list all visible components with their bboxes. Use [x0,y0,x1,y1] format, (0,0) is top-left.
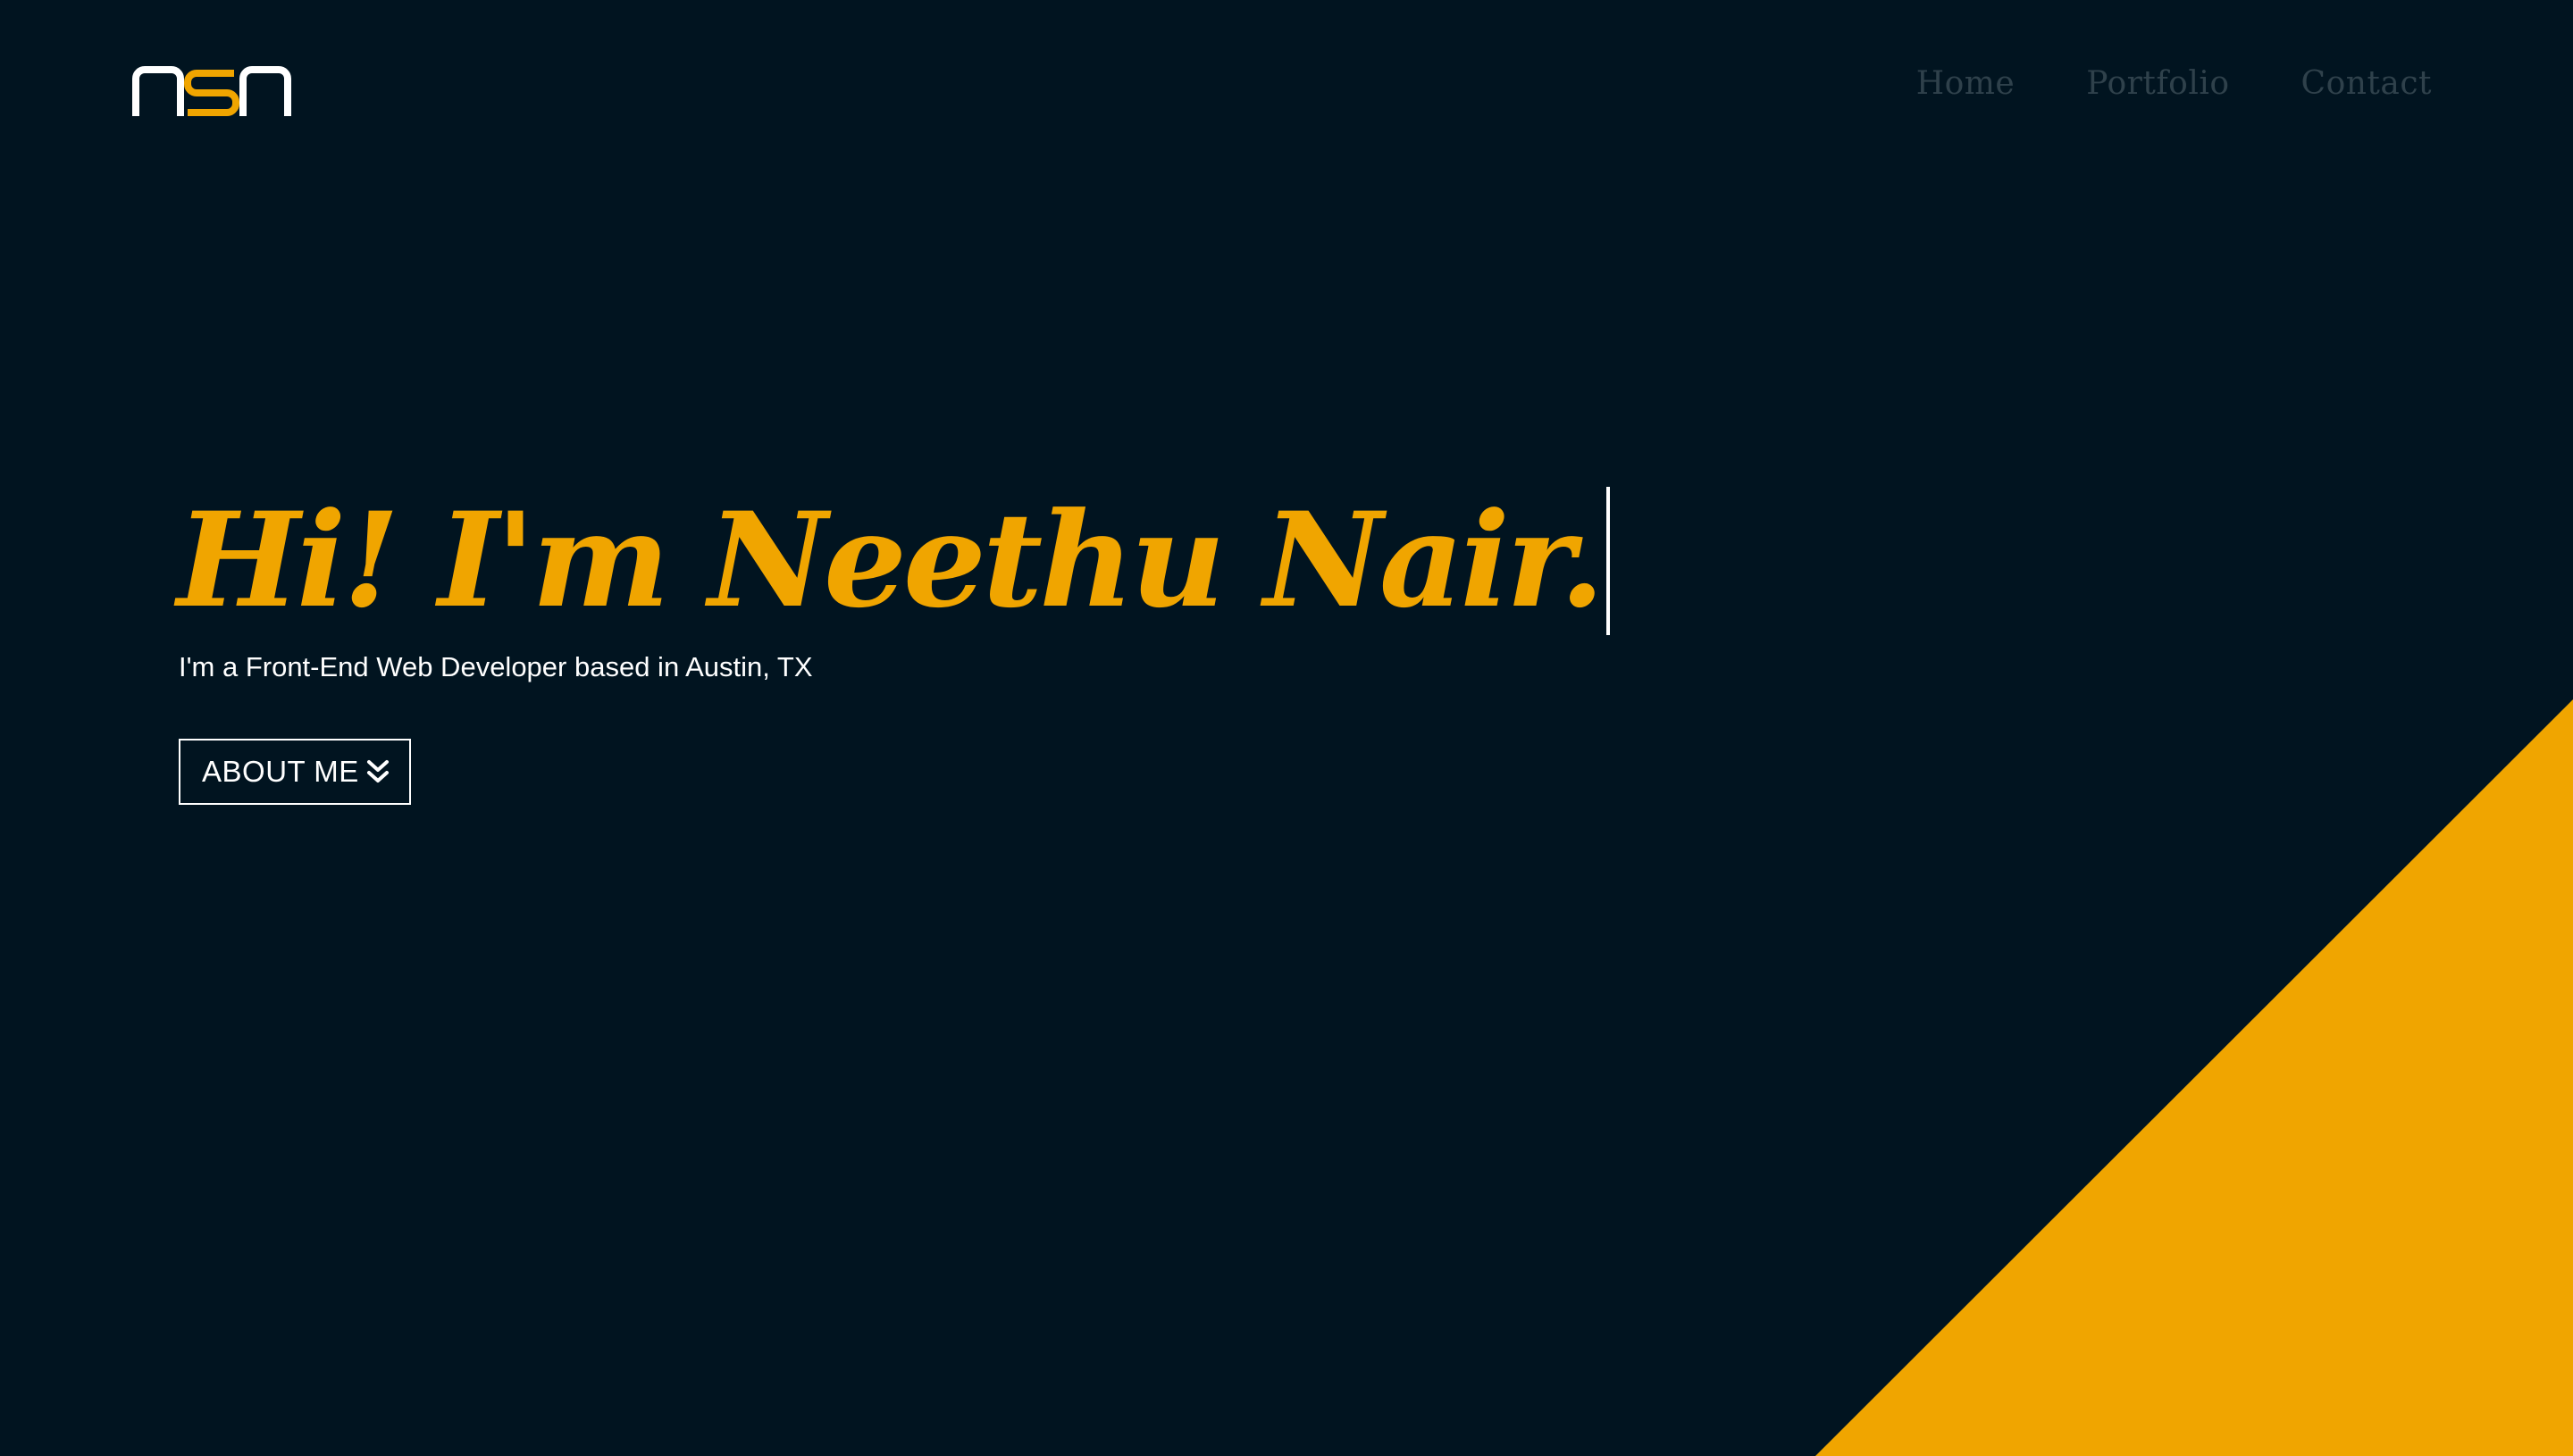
nsn-logo-icon [132,66,291,116]
about-me-button-label: ABOUT ME [202,755,359,788]
main-nav: Home Portfolio Contact [1916,63,2432,105]
site-logo[interactable] [132,66,291,116]
accent-triangle [1815,699,2573,1456]
hero-section: Hi! I'm Neethu Nair. I'm a Front-End Web… [177,482,1611,686]
double-chevron-down-icon [366,759,390,784]
hero-title: Hi! I'm Neethu Nair. [177,484,1605,637]
about-me-button[interactable]: ABOUT ME [179,739,411,805]
page: Home Portfolio Contact Hi! I'm Neethu Na… [0,0,2573,1456]
nav-portfolio-link[interactable]: Portfolio [2086,63,2229,105]
typing-caret [1606,487,1611,635]
nav-home-link[interactable]: Home [1916,63,2016,105]
hero-title-row: Hi! I'm Neethu Nair. [177,482,1611,640]
hero-subtitle: I'm a Front-End Web Developer based in A… [179,651,813,682]
nav-contact-link[interactable]: Contact [2301,63,2432,105]
